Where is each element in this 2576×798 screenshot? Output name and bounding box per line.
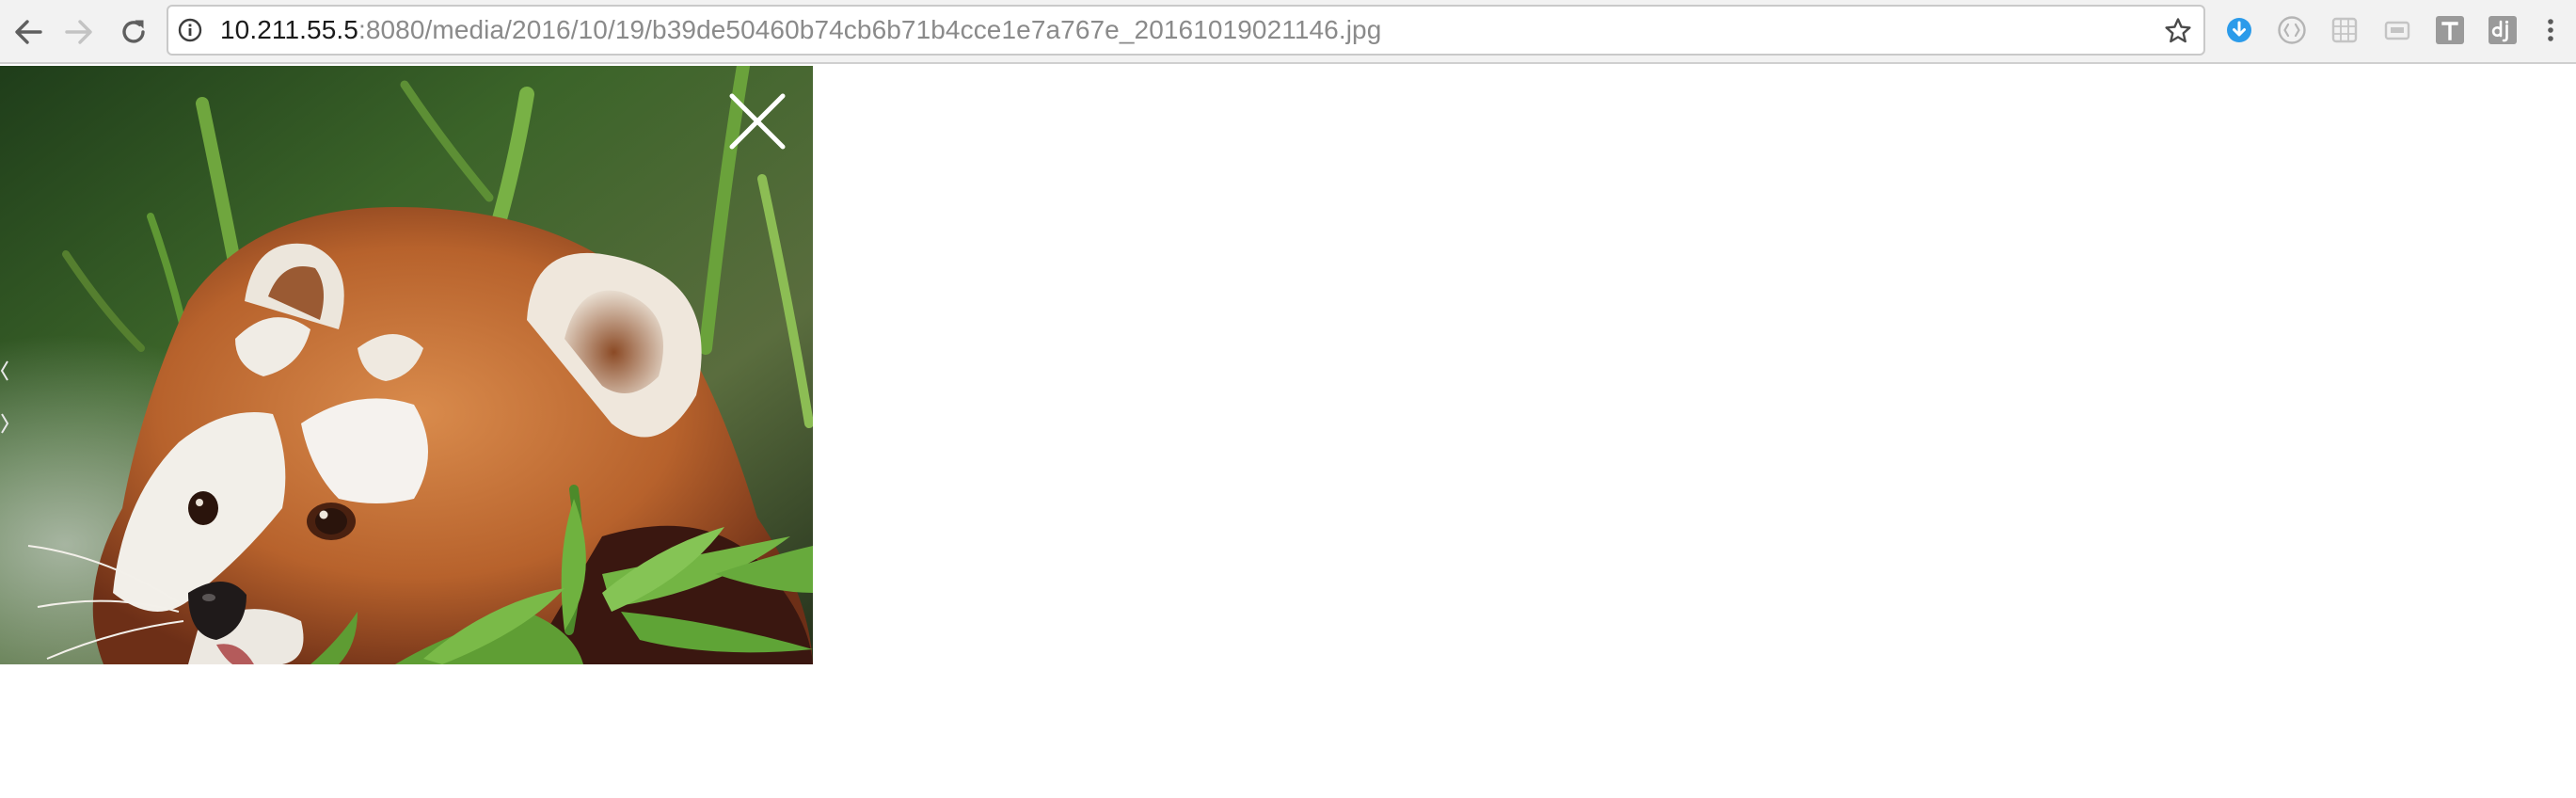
download-icon [2227, 18, 2251, 42]
text-t-extension[interactable] [2434, 14, 2466, 46]
dj-icon [2489, 16, 2517, 44]
reload-button[interactable] [111, 9, 156, 55]
code-extension[interactable] [2276, 14, 2308, 46]
reload-icon [122, 20, 145, 43]
url-host: 10.211.55.5 [220, 15, 358, 44]
back-button[interactable] [6, 9, 51, 55]
window-extension[interactable] [2381, 14, 2413, 46]
next-chevron-icon[interactable] [0, 410, 9, 437]
close-icon [729, 93, 786, 150]
grid-extension[interactable] [2329, 14, 2361, 46]
url-path: :8080/media/2016/10/19/b39de50460b74cb6b… [358, 15, 1382, 44]
download-extension[interactable] [2223, 14, 2255, 46]
red-panda-photo [0, 66, 813, 664]
text-t-icon [2436, 16, 2464, 44]
image-viewer [0, 66, 813, 664]
url-text[interactable]: 10.211.55.5:8080/media/2016/10/19/b39de5… [220, 7, 1381, 54]
address-bar[interactable]: 10.211.55.5:8080/media/2016/10/19/b39de5… [167, 5, 2205, 56]
close-button[interactable] [724, 88, 790, 154]
forward-arrow-icon [65, 20, 92, 44]
info-icon[interactable] [178, 18, 202, 42]
more-menu-icon [2548, 19, 2553, 41]
dj-extension[interactable] [2487, 14, 2519, 46]
grid-icon [2331, 17, 2358, 43]
more-menu-button[interactable] [2539, 14, 2562, 46]
forward-button[interactable] [56, 9, 102, 55]
back-arrow-icon [15, 20, 42, 44]
window-icon [2384, 21, 2410, 40]
bookmark-star-icon[interactable] [2164, 17, 2192, 45]
previous-chevron-icon[interactable] [0, 358, 9, 384]
browser-toolbar: 10.211.55.5:8080/media/2016/10/19/b39de5… [0, 0, 2576, 64]
code-brackets-icon [2278, 16, 2306, 44]
